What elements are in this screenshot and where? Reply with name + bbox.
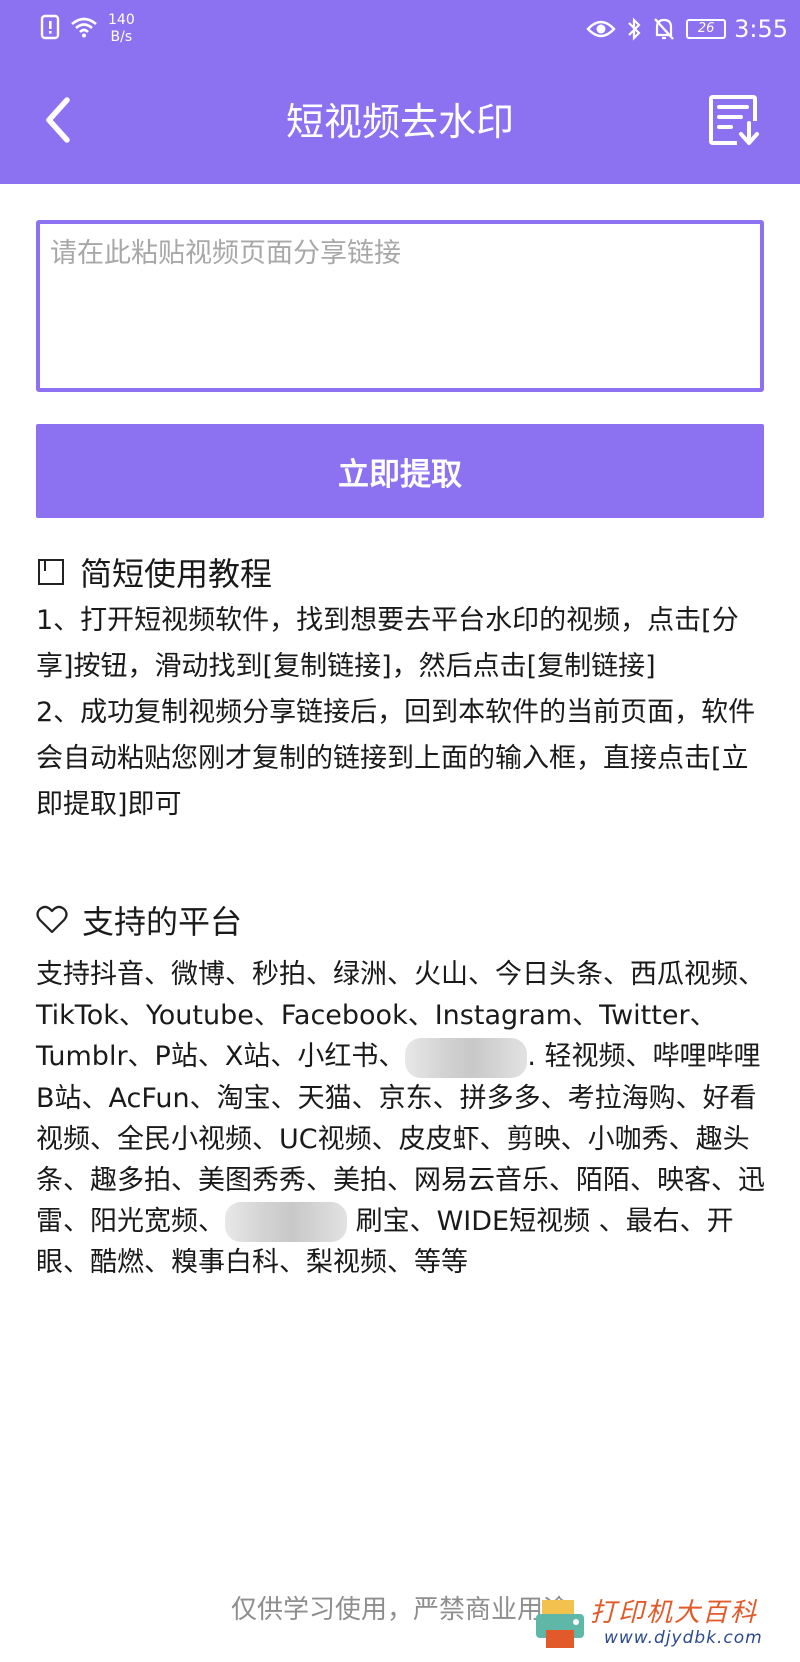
platforms-title: 支持的平台 xyxy=(82,903,243,941)
extract-button[interactable]: 立即提取 xyxy=(36,424,764,518)
site-watermark: 打印机大百科 www.djydbk.com xyxy=(526,1588,792,1658)
page-title: 短视频去水印 xyxy=(285,100,514,144)
clock: 3:55 xyxy=(734,15,788,43)
book-icon xyxy=(36,557,66,591)
network-speed-unit: B/s xyxy=(110,29,133,45)
platforms-list: 支持抖音、微博、秒拍、绿洲、火山、今日头条、西瓜视频、TikTok、Youtub… xyxy=(36,954,766,1283)
tutorial-step: 1、打开短视频软件，找到想要去平台水印的视频，点击[分享]按钮，滑动找到[复制链… xyxy=(36,605,739,682)
blurred-platform xyxy=(225,1202,347,1242)
bluetooth-icon xyxy=(626,16,642,42)
toolbar: 短视频去水印 xyxy=(0,60,800,184)
download-history-button[interactable] xyxy=(702,90,766,154)
network-speed-value: 140 xyxy=(108,12,135,28)
tutorial-title: 简短使用教程 xyxy=(80,555,273,593)
tutorial-step: 2、成功复制视频分享链接后，回到本软件的当前页面，软件会自动粘贴您刚才复制的链接… xyxy=(36,697,756,820)
tutorial-steps: 1、打开短视频软件，找到想要去平台水印的视频，点击[分享]按钮，滑动找到[复制链… xyxy=(36,598,766,828)
download-list-icon xyxy=(707,93,761,151)
eye-icon xyxy=(586,18,616,40)
extract-button-label: 立即提取 xyxy=(338,456,462,493)
battery-icon: 26 xyxy=(686,19,727,39)
heart-icon xyxy=(36,905,68,939)
watermark-url: www.djydbk.com xyxy=(604,1628,763,1648)
status-bar: 140 B/s 26 3:55 xyxy=(0,0,800,60)
mute-bell-icon xyxy=(652,16,676,42)
alert-sim-icon xyxy=(40,14,62,44)
status-left: 140 B/s xyxy=(40,12,135,46)
blurred-platform xyxy=(405,1037,528,1078)
share-link-input[interactable] xyxy=(36,220,764,392)
app-bar: 140 B/s 26 3:55 短视频去水印 xyxy=(0,0,800,184)
watermark-text: 打印机大百科 xyxy=(590,1598,759,1628)
wifi-icon xyxy=(70,16,98,42)
tutorial-header: 简短使用教程 xyxy=(36,552,272,596)
network-speed: 140 B/s xyxy=(108,12,135,46)
status-right: 26 3:55 xyxy=(586,14,788,44)
printer-logo-icon xyxy=(532,1596,588,1656)
platforms-header: 支持的平台 xyxy=(36,900,242,944)
